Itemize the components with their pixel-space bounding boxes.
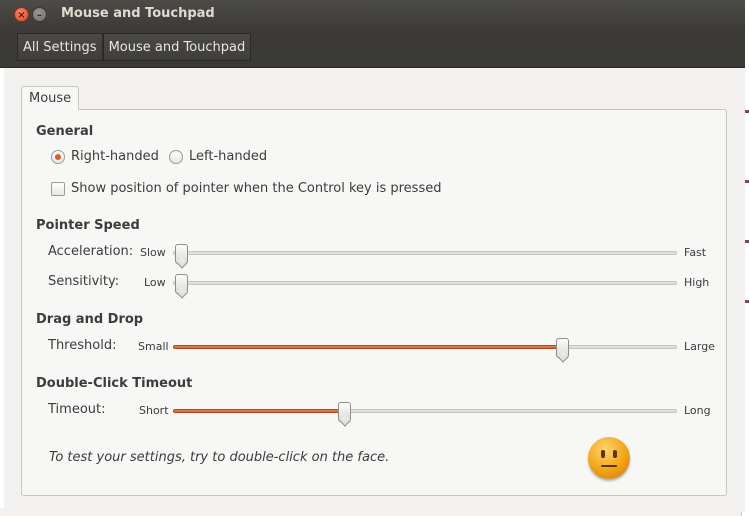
threshold-slider[interactable]	[173, 338, 677, 358]
sensitivity-slider[interactable]	[173, 274, 677, 294]
breadcrumb-mouse-touchpad[interactable]: Mouse and Touchpad	[102, 33, 252, 61]
pointer-speed-section-title: Pointer Speed	[36, 218, 140, 233]
drag-drop-section-title: Drag and Drop	[36, 312, 144, 327]
timeout-label: Timeout:	[48, 402, 106, 417]
acceleration-slider[interactable]	[173, 244, 677, 264]
threshold-slider-thumb[interactable]	[556, 338, 569, 358]
breadcrumb-all-settings[interactable]: All Settings	[17, 33, 103, 61]
title-bar: × – Mouse and Touchpad	[0, 0, 745, 29]
toolbar: All Settings Mouse and Touchpad	[0, 29, 745, 68]
threshold-label: Threshold:	[48, 338, 117, 353]
threshold-max-label: Large	[684, 340, 715, 353]
timeout-max-label: Long	[684, 404, 711, 417]
settings-window: × – Mouse and Touchpad All Settings Mous…	[0, 0, 745, 512]
general-section-title: General	[36, 124, 94, 139]
timeout-slider[interactable]	[173, 402, 677, 422]
acceleration-slider-thumb[interactable]	[175, 244, 188, 264]
close-button[interactable]: ×	[14, 7, 29, 22]
mouse-panel: General Right-handed Left-handed Show po…	[21, 109, 727, 496]
breadcrumb: All Settings Mouse and Touchpad	[17, 33, 252, 61]
left-handed-label[interactable]: Left-handed	[189, 149, 267, 164]
acceleration-min-label: Slow	[140, 246, 166, 259]
acceleration-label: Acceleration:	[48, 244, 134, 259]
double-click-section-title: Double-Click Timeout	[36, 376, 193, 391]
timeout-slider-thumb[interactable]	[338, 402, 351, 422]
face-left-eye	[601, 450, 605, 458]
sensitivity-label: Sensitivity:	[48, 274, 120, 289]
timeout-min-label: Short	[139, 404, 169, 417]
show-pointer-label[interactable]: Show position of pointer when the Contro…	[71, 181, 441, 196]
sensitivity-min-label: Low	[144, 276, 166, 289]
threshold-min-label: Small	[138, 340, 169, 353]
sensitivity-max-label: High	[684, 276, 710, 289]
test-face-icon[interactable]	[588, 437, 630, 479]
tab-mouse[interactable]: Mouse	[21, 86, 80, 110]
right-handed-radio[interactable]	[51, 150, 65, 164]
left-handed-radio[interactable]	[169, 150, 183, 164]
face-right-eye	[613, 450, 617, 458]
threshold-slider-fill	[173, 345, 562, 349]
window-title: Mouse and Touchpad	[61, 6, 215, 21]
minimize-button[interactable]: –	[32, 7, 47, 22]
right-handed-label[interactable]: Right-handed	[71, 149, 159, 164]
sensitivity-slider-thumb[interactable]	[175, 274, 188, 294]
double-click-hint: To test your settings, try to double-cli…	[49, 450, 390, 465]
face-mouth	[601, 465, 617, 467]
show-pointer-checkbox[interactable]	[51, 182, 65, 196]
acceleration-max-label: Fast	[684, 246, 707, 259]
content-area: Mouse General Right-handed Left-handed S…	[4, 68, 745, 512]
timeout-slider-fill	[173, 409, 344, 413]
